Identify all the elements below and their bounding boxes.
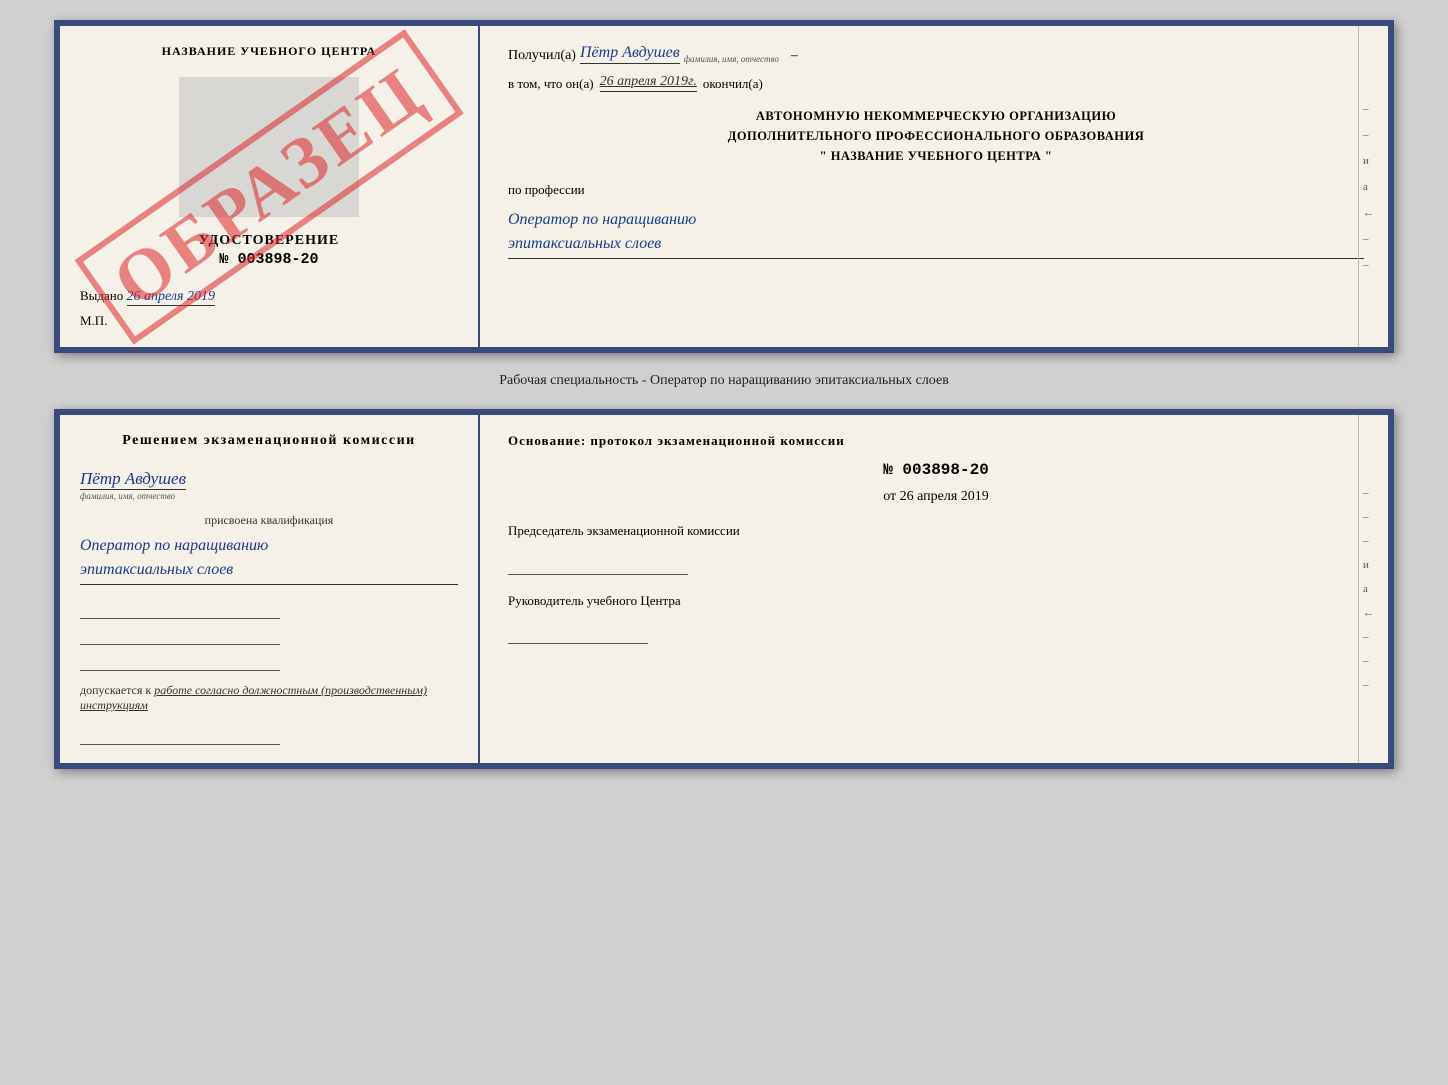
dash1: – (791, 48, 798, 64)
po-professii-label: по профессии (508, 182, 585, 197)
poluchil-prefix: Получил(а) (508, 48, 576, 64)
doc1-left: НАЗВАНИЕ УЧЕБНОГО ЦЕНТРА УДОСТОВЕРЕНИЕ №… (60, 26, 480, 347)
document-1: НАЗВАНИЕ УЧЕБНОГО ЦЕНТРА УДОСТОВЕРЕНИЕ №… (54, 20, 1394, 353)
doc2-right: Основание: протокол экзаменационной коми… (480, 415, 1388, 763)
doc1-right: Получил(а) Пётр Авдушев фамилия, имя, от… (480, 26, 1388, 347)
protocol-date: от 26 апреля 2019 (508, 489, 1364, 505)
rukovoditel-sign-line (508, 626, 648, 644)
doc1-number: № 003898-20 (80, 251, 458, 268)
recipient-name: Пётр Авдушев (580, 44, 680, 64)
qual-line2: эпитаксиальных слоев (80, 558, 458, 585)
udostoverenie-box: УДОСТОВЕРЕНИЕ № 003898-20 (80, 233, 458, 268)
predsedatel-block: Председатель экзаменационной комиссии (508, 521, 1364, 575)
vtom-line: в том, что он(а) 26 апреля 2019г. окончи… (508, 74, 1364, 92)
org-line1: АВТОНОМНУЮ НЕКОММЕРЧЕСКУЮ ОРГАНИЗАЦИЮ (508, 106, 1364, 126)
sign-lines (80, 601, 458, 671)
prisvoena-label: присвоена квалификация (80, 513, 458, 528)
rukovoditel-label: Руководитель учебного Центра (508, 591, 1364, 611)
org-name: " НАЗВАНИЕ УЧЕБНОГО ЦЕНТРА " (508, 146, 1364, 166)
vtom-prefix: в том, что он(а) (508, 76, 594, 92)
qual-line1: Оператор по наращиванию (80, 534, 458, 558)
doc1-school-name: НАЗВАНИЕ УЧЕБНОГО ЦЕНТРА (80, 44, 458, 59)
fio-sub: фамилия, имя, отчество (80, 491, 458, 501)
sign-line-3 (80, 653, 280, 671)
rukovoditel-block: Руководитель учебного Центра (508, 591, 1364, 645)
dopuskaetsya-block: допускается к работе согласно должностны… (80, 683, 458, 713)
completion-date: 26 апреля 2019г. (600, 74, 697, 92)
fio-block: Пётр Авдушев фамилия, имя, отчество (80, 463, 458, 501)
org-block: АВТОНОМНУЮ НЕКОММЕРЧЕСКУЮ ОРГАНИЗАЦИЮ ДО… (508, 106, 1364, 166)
sign-line-2 (80, 627, 280, 645)
org-line2: ДОПОЛНИТЕЛЬНОГО ПРОФЕССИОНАЛЬНОГО ОБРАЗО… (508, 126, 1364, 146)
vydano-line: Выдано 26 апреля 2019 (80, 276, 458, 305)
vydano-label: Выдано (80, 288, 123, 303)
document-2: Решением экзаменационной комиссии Пётр А… (54, 409, 1394, 769)
protocol-date-prefix: от (883, 489, 896, 504)
profession-line2: эпитаксиальных слоев (508, 232, 1364, 259)
doc2-left: Решением экзаменационной комиссии Пётр А… (60, 415, 480, 763)
protocol-date-value: 26 апреля 2019 (900, 489, 989, 504)
specialty-label: Рабочая специальность - Оператор по нара… (499, 371, 949, 391)
okончил: окончил(а) (703, 76, 763, 92)
sign-line-1 (80, 601, 280, 619)
sign-line-bottom (80, 727, 280, 745)
stamp-placeholder (179, 77, 359, 217)
recipient-sub: фамилия, имя, отчество (684, 54, 779, 64)
predsedatel-label: Председатель экзаменационной комиссии (508, 521, 1364, 541)
profession-block: Оператор по наращиванию эпитаксиальных с… (508, 208, 1364, 259)
right-margin-marks: – – и а ← – – (1358, 26, 1388, 347)
qualification-block: Оператор по наращиванию эпитаксиальных с… (80, 534, 458, 585)
profession-line1: Оператор по наращиванию (508, 208, 1364, 232)
predsedatel-sign-line (508, 557, 688, 575)
right-margin-marks-2: – – – и а ← – – – (1358, 415, 1388, 763)
osnovanie-title: Основание: протокол экзаменационной коми… (508, 433, 1364, 449)
mp-line: М.П. (80, 313, 458, 329)
protocol-number: № 003898-20 (508, 461, 1364, 479)
resheniem-title: Решением экзаменационной комиссии (80, 433, 458, 449)
fio-name: Пётр Авдушев (80, 469, 186, 490)
udostoverenie-label: УДОСТОВЕРЕНИЕ (80, 233, 458, 249)
poluchil-line: Получил(а) Пётр Авдушев фамилия, имя, от… (508, 44, 1364, 64)
dopuskaetsya-prefix: допускается к (80, 683, 151, 697)
po-professii: по профессии (508, 182, 1364, 198)
vydano-date: 26 апреля 2019 (127, 289, 215, 306)
